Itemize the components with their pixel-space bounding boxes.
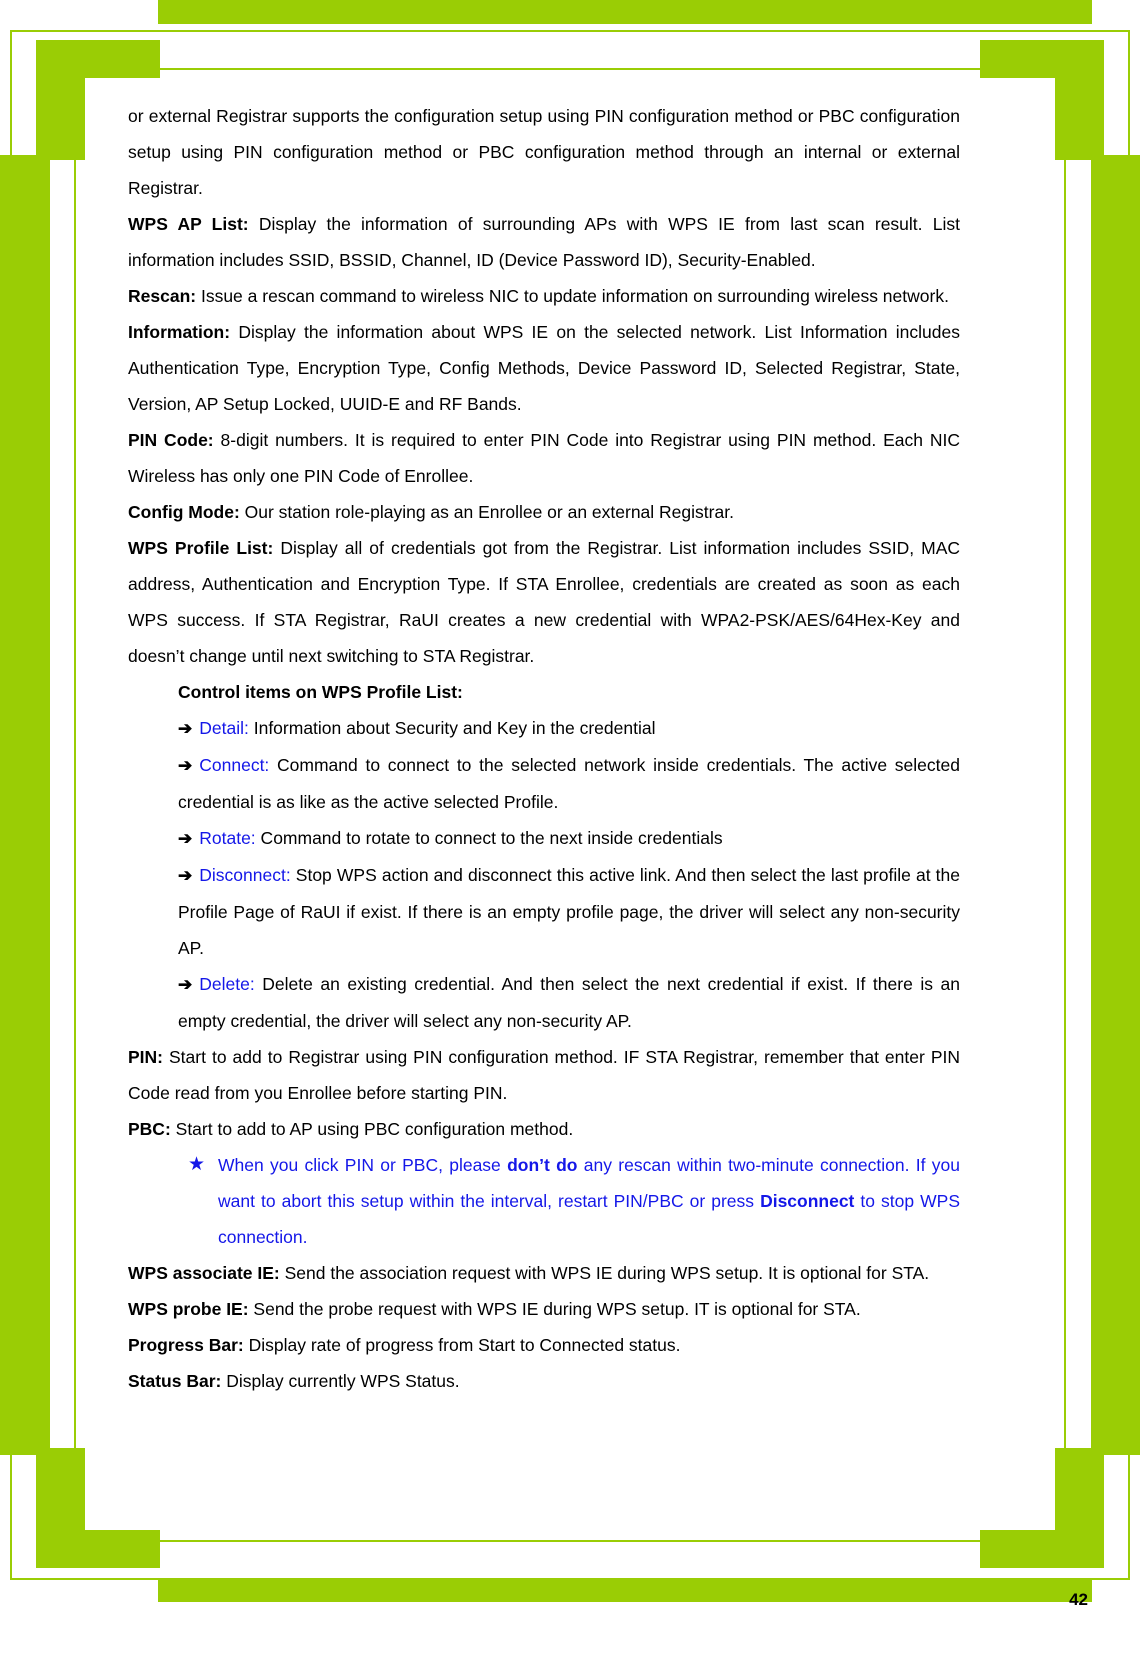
paragraph-text: 8-digit numbers. It is required to enter… bbox=[128, 430, 960, 486]
control-item-disconnect: ➔ Disconnect: Stop WPS action and disconn… bbox=[178, 857, 960, 966]
border-corner-bottom-left bbox=[36, 1530, 160, 1568]
term-label: WPS probe IE: bbox=[128, 1299, 249, 1319]
paragraph-pbc: PBC: Start to add to AP using PBC config… bbox=[128, 1111, 960, 1147]
control-items-heading: Control items on WPS Profile List: bbox=[178, 682, 463, 702]
paragraph-text: Start to add to Registrar using PIN conf… bbox=[128, 1047, 960, 1103]
border-corner-top-right bbox=[980, 40, 1104, 78]
control-item-text: Command to rotate to connect to the next… bbox=[255, 828, 723, 848]
term-label: WPS Profile List: bbox=[128, 538, 274, 558]
arrow-right-icon: ➔ bbox=[178, 719, 193, 738]
border-rule-outer-left bbox=[10, 30, 12, 1580]
paragraph-text: Send the probe request with WPS IE durin… bbox=[248, 1299, 861, 1319]
paragraph-pin: PIN: Start to add to Registrar using PIN… bbox=[128, 1039, 960, 1111]
border-rule-inner-left bbox=[74, 68, 76, 1542]
border-rule-outer-right bbox=[1128, 30, 1130, 1580]
paragraph-text: Display rate of progress from Start to C… bbox=[243, 1335, 681, 1355]
control-item-text: Command to connect to the selected netwo… bbox=[178, 755, 960, 812]
paragraph-wps-ap-list: WPS AP List: Display the information of … bbox=[128, 206, 960, 278]
paragraph-intro: or external Registrar supports the confi… bbox=[128, 98, 960, 206]
paragraph-wps-profile-list: WPS Profile List: Display all of credent… bbox=[128, 530, 960, 674]
paragraph-config-mode: Config Mode: Our station role-playing as… bbox=[128, 494, 960, 530]
border-corner-top-left bbox=[36, 40, 85, 160]
control-item-text: Information about Security and Key in th… bbox=[248, 718, 656, 738]
paragraph-wps-probe-ie: WPS probe IE: Send the probe request wit… bbox=[128, 1291, 960, 1327]
note-emphasis-disconnect: Disconnect bbox=[760, 1191, 855, 1211]
control-item-label[interactable]: Rotate: bbox=[199, 828, 255, 848]
control-item-label[interactable]: Disconnect: bbox=[199, 865, 290, 885]
border-bar-top bbox=[158, 0, 1092, 24]
arrow-right-icon: ➔ bbox=[178, 756, 193, 775]
control-item-label[interactable]: Connect: bbox=[199, 755, 269, 775]
arrow-right-icon: ➔ bbox=[178, 866, 193, 885]
paragraph-pin-code: PIN Code: 8-digit numbers. It is require… bbox=[128, 422, 960, 494]
term-label: WPS AP List: bbox=[128, 214, 249, 234]
term-label: PIN: bbox=[128, 1047, 163, 1067]
paragraph-progress-bar: Progress Bar: Display rate of progress f… bbox=[128, 1327, 960, 1363]
paragraph-text: Our station role-playing as an Enrollee … bbox=[239, 502, 734, 522]
paragraph-text: Display the information about WPS IE on … bbox=[128, 322, 960, 414]
term-label: PIN Code: bbox=[128, 430, 214, 450]
paragraph-text: Display the information of surrounding A… bbox=[128, 214, 960, 270]
term-label: Status Bar: bbox=[128, 1371, 222, 1391]
term-label: Information: bbox=[128, 322, 231, 342]
term-label: Rescan: bbox=[128, 286, 197, 306]
term-label: PBC: bbox=[128, 1119, 171, 1139]
page-number: 42 bbox=[1069, 1590, 1088, 1609]
border-rule-outer-top bbox=[10, 30, 1130, 32]
paragraph-rescan: Rescan: Issue a rescan command to wirele… bbox=[128, 278, 960, 314]
paragraph-text: Display currently WPS Status. bbox=[221, 1371, 460, 1391]
warning-note-text: When you click PIN or PBC, please don’t … bbox=[218, 1147, 960, 1255]
note-emphasis-dont-do: don’t do bbox=[507, 1155, 578, 1175]
border-rule-inner-right bbox=[1064, 68, 1066, 1542]
control-item-text: Delete an existing credential. And then … bbox=[178, 974, 960, 1031]
control-items-section: Control items on WPS Profile List: ➔ Deta… bbox=[178, 674, 960, 1039]
border-corner-top-left bbox=[36, 40, 160, 78]
border-rule-inner-top bbox=[74, 68, 1066, 70]
control-item-rotate: ➔ Rotate: Command to rotate to connect to… bbox=[178, 820, 960, 857]
term-label: Progress Bar: bbox=[128, 1335, 244, 1355]
note-part-1: When you click PIN or PBC, please bbox=[218, 1155, 508, 1175]
paragraph-text: or external Registrar supports the confi… bbox=[128, 106, 960, 198]
paragraph-text: Issue a rescan command to wireless NIC t… bbox=[196, 286, 949, 306]
border-corner-bottom-right bbox=[1055, 1448, 1104, 1568]
document-body: or external Registrar supports the confi… bbox=[128, 98, 1088, 1609]
term-label: WPS associate IE: bbox=[128, 1263, 280, 1283]
term-label: Config Mode: bbox=[128, 502, 240, 522]
control-item-detail: ➔ Detail: Information about Security and … bbox=[178, 710, 960, 747]
paragraph-status-bar: Status Bar: Display currently WPS Status… bbox=[128, 1363, 960, 1399]
border-corner-bottom-right bbox=[980, 1530, 1104, 1568]
paragraph-text: Send the association request with WPS IE… bbox=[279, 1263, 930, 1283]
control-item-delete: ➔ Delete: Delete an existing credential. … bbox=[178, 966, 960, 1039]
paragraph-wps-associate-ie: WPS associate IE: Send the association r… bbox=[128, 1255, 960, 1291]
control-item-text: Stop WPS action and disconnect this acti… bbox=[178, 865, 960, 958]
border-corner-bottom-left bbox=[36, 1448, 85, 1568]
arrow-right-icon: ➔ bbox=[178, 829, 193, 848]
control-item-label[interactable]: Delete: bbox=[199, 974, 254, 994]
border-bar-right bbox=[1091, 155, 1140, 1455]
arrow-right-icon: ➔ bbox=[178, 975, 193, 994]
warning-note: ★ When you click PIN or PBC, please don’… bbox=[188, 1147, 960, 1255]
star-icon: ★ bbox=[188, 1154, 206, 1175]
border-rule-inner-bottom bbox=[74, 1540, 1066, 1542]
border-bar-left bbox=[0, 155, 50, 1455]
control-item-label[interactable]: Detail: bbox=[199, 718, 249, 738]
paragraph-information: Information: Display the information abo… bbox=[128, 314, 960, 422]
control-item-connect: ➔ Connect: Command to connect to the sele… bbox=[178, 747, 960, 820]
border-corner-top-right bbox=[1055, 40, 1104, 160]
paragraph-text: Start to add to AP using PBC configurati… bbox=[170, 1119, 574, 1139]
border-rule-outer-bottom bbox=[10, 1578, 1130, 1580]
